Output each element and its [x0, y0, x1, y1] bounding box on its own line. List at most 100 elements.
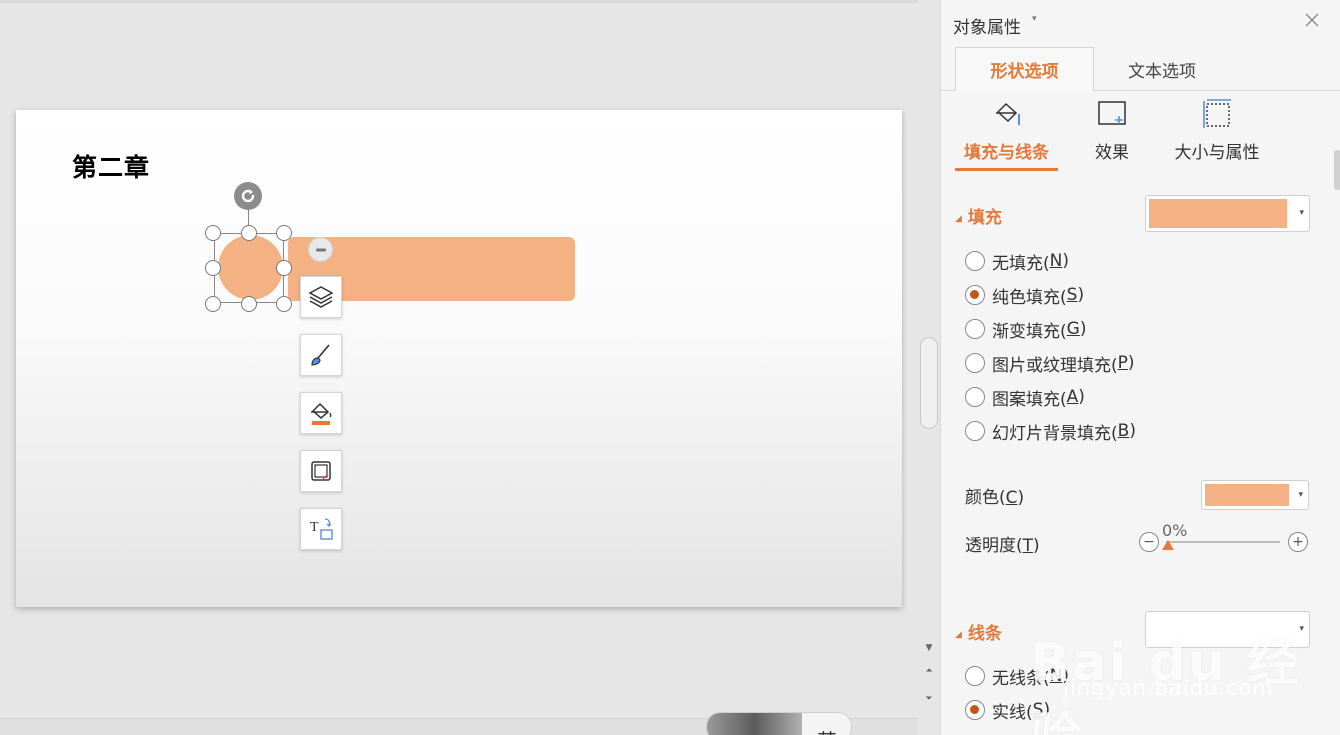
- radio-label-close: ): [1127, 353, 1135, 373]
- radio-picture-fill[interactable]: 图片或纹理填充(P): [965, 351, 1135, 376]
- line-color-dropdown[interactable]: ▾: [1145, 611, 1310, 648]
- radio-button[interactable]: [965, 251, 985, 271]
- fill-button[interactable]: [300, 392, 342, 434]
- sub-tab-size-properties[interactable]: 大小与属性: [1169, 96, 1265, 166]
- label-close: ): [1033, 536, 1040, 556]
- radio-label: 纯色填充(: [992, 287, 1067, 308]
- fill-section-title: 填充: [967, 208, 1002, 228]
- increase-transparency-button[interactable]: +: [1288, 532, 1308, 552]
- previous-slide-icon[interactable]: ⏶: [922, 666, 936, 676]
- resize-handle-bottom[interactable]: [241, 296, 257, 312]
- radio-button[interactable]: [965, 387, 985, 407]
- resize-handle-left[interactable]: [205, 260, 221, 276]
- slider-knob[interactable]: [1162, 540, 1174, 550]
- transparency-label-text: 透明度(: [965, 536, 1023, 556]
- radio-label: 幻灯片背景填充(: [992, 423, 1118, 444]
- active-tab-indicator: [955, 168, 1058, 171]
- tab-text-options[interactable]: 文本选项: [1094, 47, 1230, 92]
- arrange-layers-button[interactable]: [300, 276, 342, 318]
- radio-no-fill[interactable]: 无填充(N): [965, 249, 1069, 274]
- rotate-handle[interactable]: [234, 182, 262, 210]
- color-label-text: 颜色(: [965, 488, 1006, 508]
- radio-label-close: ): [1129, 421, 1136, 441]
- resize-handle-top-right[interactable]: [276, 225, 292, 241]
- pane-scrollbar[interactable]: [1334, 150, 1340, 190]
- fill-section-header[interactable]: ◢ 填充: [955, 203, 1002, 228]
- minus-icon: [315, 248, 326, 251]
- slide-canvas-area[interactable]: 第二章 T: [0, 0, 918, 735]
- radio-solid-fill[interactable]: 纯色填充(S): [965, 283, 1085, 308]
- close-icon[interactable]: [1303, 11, 1321, 29]
- shortcut-key: C: [1005, 488, 1018, 508]
- sub-tab-label: 效果: [1095, 143, 1129, 163]
- canvas-vertical-scrollbar[interactable]: ▼ ⏶ ⏷: [918, 0, 940, 735]
- effects-icon: [1098, 101, 1126, 125]
- collapse-button[interactable]: [308, 237, 333, 262]
- collapse-triangle-icon: ◢: [955, 630, 962, 640]
- radio-label-close: ): [1062, 666, 1069, 686]
- radio-label-close: ): [1079, 319, 1087, 339]
- shape-style-button[interactable]: [300, 334, 342, 376]
- resize-handle-right[interactable]: [276, 260, 292, 276]
- chevron-down-icon: ▾: [1299, 624, 1304, 634]
- radio-pattern-fill[interactable]: 图案填充(A): [965, 385, 1085, 410]
- radio-no-line[interactable]: 无线条(N): [965, 664, 1069, 689]
- shortcut-key: A: [1066, 387, 1079, 407]
- radio-button[interactable]: [965, 353, 985, 373]
- shortcut-key: S: [1032, 700, 1044, 720]
- radio-button[interactable]: [965, 285, 985, 305]
- ime-indicator[interactable]: 英: [706, 712, 852, 735]
- shortcut-key: S: [1066, 285, 1078, 305]
- tab-shape-options[interactable]: 形状选项: [955, 47, 1094, 92]
- radio-label-close: ): [1062, 251, 1069, 271]
- radio-label-close: ): [1043, 700, 1051, 720]
- radio-gradient-fill[interactable]: 渐变填充(G): [965, 317, 1087, 342]
- chevron-down-icon[interactable]: ▾: [1032, 14, 1037, 24]
- scrollbar-thumb[interactable]: [920, 337, 938, 429]
- sub-tab-fill-line[interactable]: 填充与线条: [955, 96, 1058, 166]
- radio-slide-background-fill[interactable]: 幻灯片背景填充(B): [965, 419, 1136, 444]
- shortcut-key: T: [1022, 536, 1034, 556]
- color-dropdown[interactable]: ▾: [1201, 480, 1309, 510]
- label-close: ): [1017, 488, 1025, 508]
- radio-label-close: ): [1077, 285, 1085, 305]
- canvas-top-border: [0, 0, 918, 3]
- size-properties-icon: [1203, 99, 1231, 128]
- radio-label: 无填充(: [992, 253, 1050, 274]
- sub-tab-effects[interactable]: 效果: [1079, 96, 1145, 166]
- decrease-transparency-button[interactable]: −: [1139, 532, 1159, 552]
- pane-title[interactable]: 对象属性: [953, 13, 1021, 38]
- line-section-title: 线条: [967, 624, 1002, 644]
- fill-color-swatch: [1149, 199, 1287, 228]
- chevron-down-icon: ▾: [1298, 490, 1303, 500]
- text-wrap-button[interactable]: T: [300, 508, 342, 550]
- radio-solid-line[interactable]: 实线(S): [965, 698, 1051, 723]
- transparency-slider[interactable]: [1166, 541, 1280, 543]
- resize-handle-bottom-left[interactable]: [205, 296, 221, 312]
- selection-box: [214, 233, 284, 303]
- resize-handle-top-left[interactable]: [205, 225, 221, 241]
- radio-button[interactable]: [965, 666, 985, 686]
- rotate-icon: [241, 189, 255, 203]
- color-swatch: [1205, 484, 1289, 506]
- radio-button[interactable]: [965, 421, 985, 441]
- brush-icon: [311, 344, 330, 366]
- radio-label: 实线(: [992, 702, 1033, 723]
- resize-handle-top[interactable]: [241, 225, 257, 241]
- radio-button[interactable]: [965, 700, 985, 720]
- fill-color-dropdown[interactable]: ▾: [1145, 195, 1310, 232]
- slide-title[interactable]: 第二章: [72, 148, 150, 184]
- slide[interactable]: 第二章 T: [16, 110, 902, 607]
- scroll-down-arrow-icon[interactable]: ▼: [922, 643, 936, 653]
- radio-button[interactable]: [965, 319, 985, 339]
- shortcut-key: N: [1049, 251, 1063, 271]
- line-section-header[interactable]: ◢ 线条: [955, 619, 1002, 644]
- color-label: 颜色(C): [965, 483, 1024, 508]
- next-slide-icon[interactable]: ⏷: [922, 694, 936, 704]
- outline-button[interactable]: [300, 450, 342, 492]
- resize-handle-bottom-right[interactable]: [276, 296, 292, 312]
- radio-label: 图案填充(: [992, 389, 1067, 410]
- avatar: [707, 713, 802, 735]
- pane-tabs: 形状选项 文本选项: [941, 47, 1340, 92]
- radio-label: 无线条(: [992, 668, 1050, 689]
